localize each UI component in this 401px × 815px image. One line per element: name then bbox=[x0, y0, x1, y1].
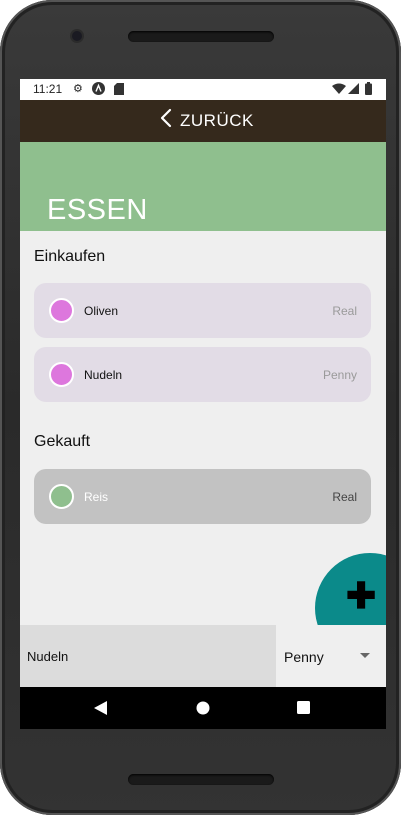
back-button[interactable]: ZURÜCK bbox=[160, 108, 254, 133]
back-triangle-icon[interactable] bbox=[94, 701, 107, 720]
item-name-input[interactable] bbox=[20, 625, 276, 687]
item-color-dot[interactable] bbox=[49, 362, 74, 387]
section-title-bought: Gekauft bbox=[34, 433, 91, 450]
item-color-dot[interactable] bbox=[49, 298, 74, 323]
item-name: Reis bbox=[84, 490, 109, 504]
app-bar: ZURÜCK bbox=[20, 100, 386, 142]
item-name: Nudeln bbox=[84, 368, 123, 382]
section-title-shopping: Einkaufen bbox=[34, 248, 106, 265]
status-time: 11:21 bbox=[33, 82, 63, 96]
store-select[interactable]: Penny bbox=[276, 625, 386, 687]
status-bar: 11:21 ⚙ bbox=[20, 79, 386, 100]
back-label: ZURÜCK bbox=[180, 110, 254, 130]
item-name: Oliven bbox=[84, 304, 119, 318]
chevron-left-icon bbox=[160, 108, 172, 133]
item-store: Real bbox=[332, 304, 357, 318]
category-header: ESSEN bbox=[20, 142, 386, 231]
list-item[interactable]: Nudeln Penny bbox=[34, 347, 371, 402]
phone-frame: 11:21 ⚙ ZURÜCK ESSEN Einkaufen Oliven Re… bbox=[0, 0, 401, 815]
app-logo-icon bbox=[92, 82, 105, 98]
recents-square-icon[interactable] bbox=[297, 701, 310, 719]
list-item[interactable]: Oliven Real bbox=[34, 283, 371, 338]
battery-icon bbox=[365, 82, 372, 98]
add-item-bar: Penny bbox=[20, 625, 386, 687]
screen: 11:21 ⚙ ZURÜCK ESSEN Einkaufen Oliven Re… bbox=[20, 79, 386, 729]
bottom-speaker bbox=[128, 774, 274, 785]
item-store: Penny bbox=[322, 368, 357, 382]
item-color-dot[interactable] bbox=[49, 484, 74, 509]
system-nav-bar bbox=[20, 687, 386, 729]
plus-icon: ✚ bbox=[346, 575, 377, 616]
home-circle-icon[interactable] bbox=[196, 701, 210, 720]
signal-icon bbox=[348, 83, 359, 97]
gear-icon: ⚙ bbox=[73, 83, 83, 95]
sd-card-icon bbox=[114, 83, 124, 98]
front-camera bbox=[72, 31, 82, 41]
page-title: ESSEN bbox=[47, 194, 148, 226]
store-select-value: Penny bbox=[284, 649, 324, 665]
item-store: Real bbox=[332, 490, 357, 504]
wifi-icon bbox=[332, 83, 346, 97]
list-item[interactable]: Reis Real bbox=[34, 469, 371, 524]
earpiece-speaker bbox=[128, 31, 274, 42]
chevron-down-icon bbox=[360, 653, 370, 658]
